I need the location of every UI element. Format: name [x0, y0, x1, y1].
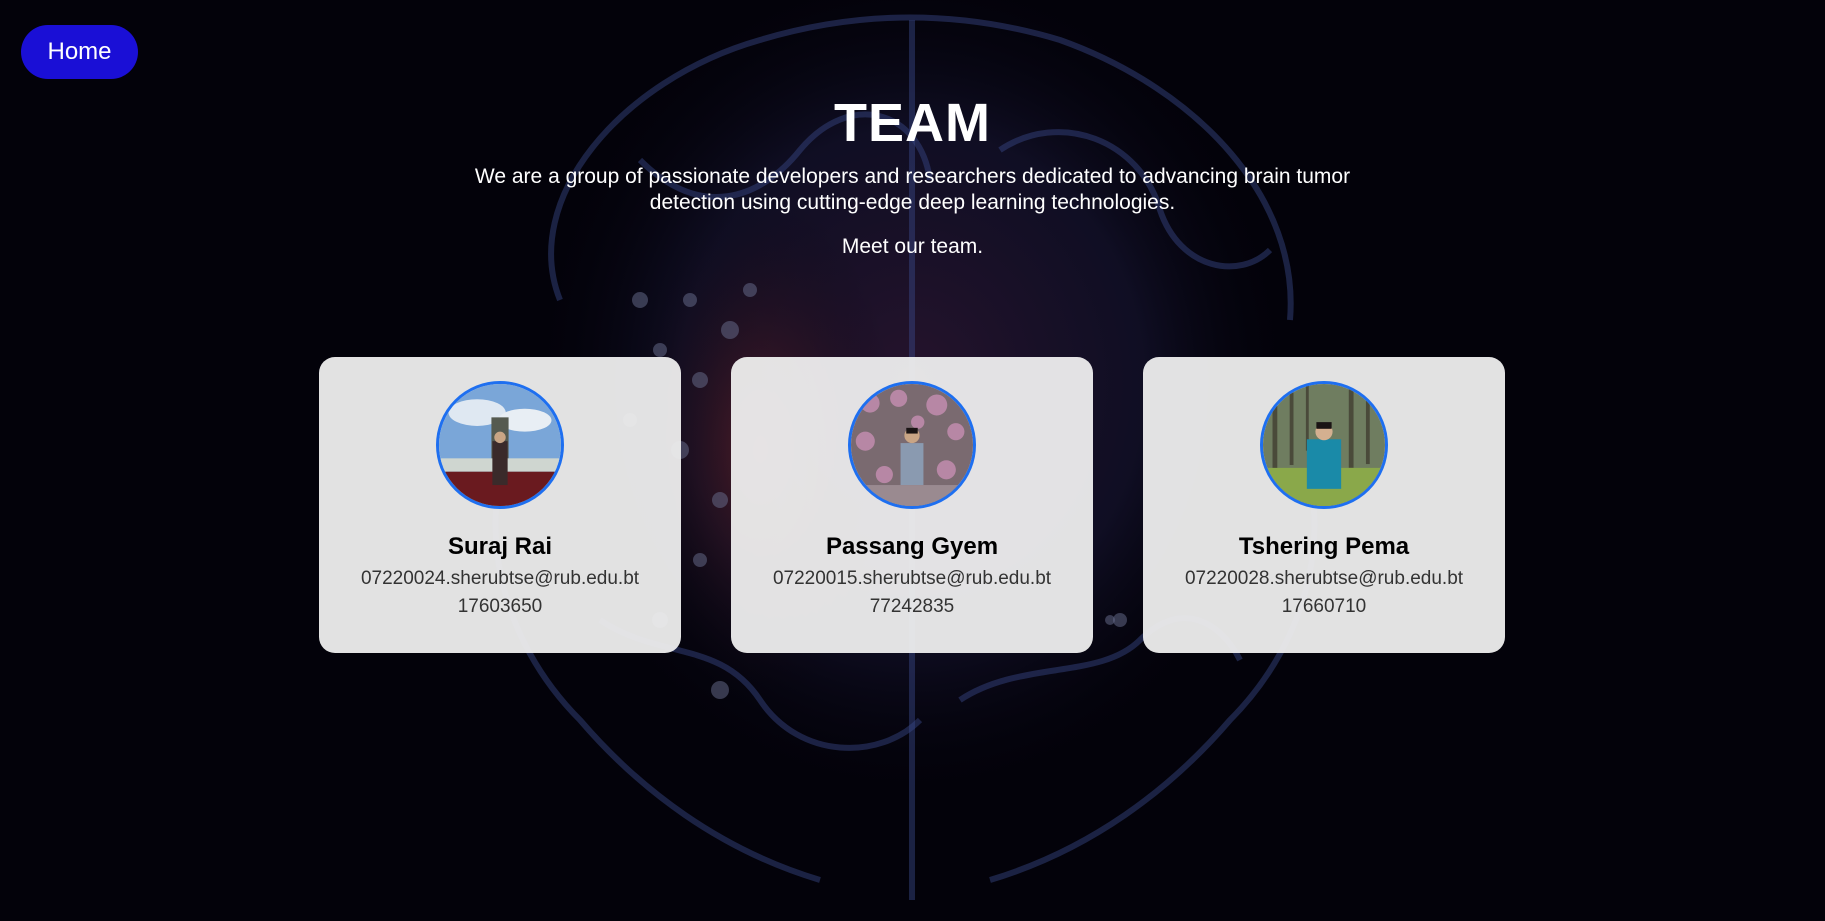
member-phone: 77242835 — [869, 596, 955, 617]
member-email: 07220015.sherubtse@rub.edu.bt — [772, 568, 1052, 589]
member-name: Passang Gyem — [825, 533, 999, 560]
team-member-card: Passang Gyem 07220015.sherubtse@rub.edu.… — [731, 357, 1093, 653]
home-button[interactable]: Home — [21, 25, 138, 79]
member-phone: 17660710 — [1281, 596, 1367, 617]
member-phone: 17603650 — [457, 596, 543, 617]
team-intro-text: We are a group of passionate developers … — [474, 165, 1351, 214]
avatar — [848, 381, 976, 509]
avatar — [436, 381, 564, 509]
team-cards: Suraj Rai 07220024.sherubtse@rub.edu.bt … — [319, 357, 1505, 653]
member-email: 07220028.sherubtse@rub.edu.bt — [1184, 568, 1464, 589]
member-photo — [1263, 384, 1385, 506]
avatar — [1260, 381, 1388, 509]
team-member-card: Tshering Pema 07220028.sherubtse@rub.edu… — [1143, 357, 1505, 653]
member-name: Suraj Rai — [447, 533, 553, 560]
member-name: Tshering Pema — [1238, 533, 1410, 560]
team-member-card: Suraj Rai 07220024.sherubtse@rub.edu.bt … — [319, 357, 681, 653]
member-email: 07220024.sherubtse@rub.edu.bt — [360, 568, 640, 589]
team-header: TEAM We are a group of passionate develo… — [0, 92, 1825, 260]
meet-team-text: Meet our team. — [841, 235, 984, 258]
page-title: TEAM — [834, 93, 991, 153]
member-photo — [439, 384, 561, 506]
member-photo — [851, 384, 973, 506]
